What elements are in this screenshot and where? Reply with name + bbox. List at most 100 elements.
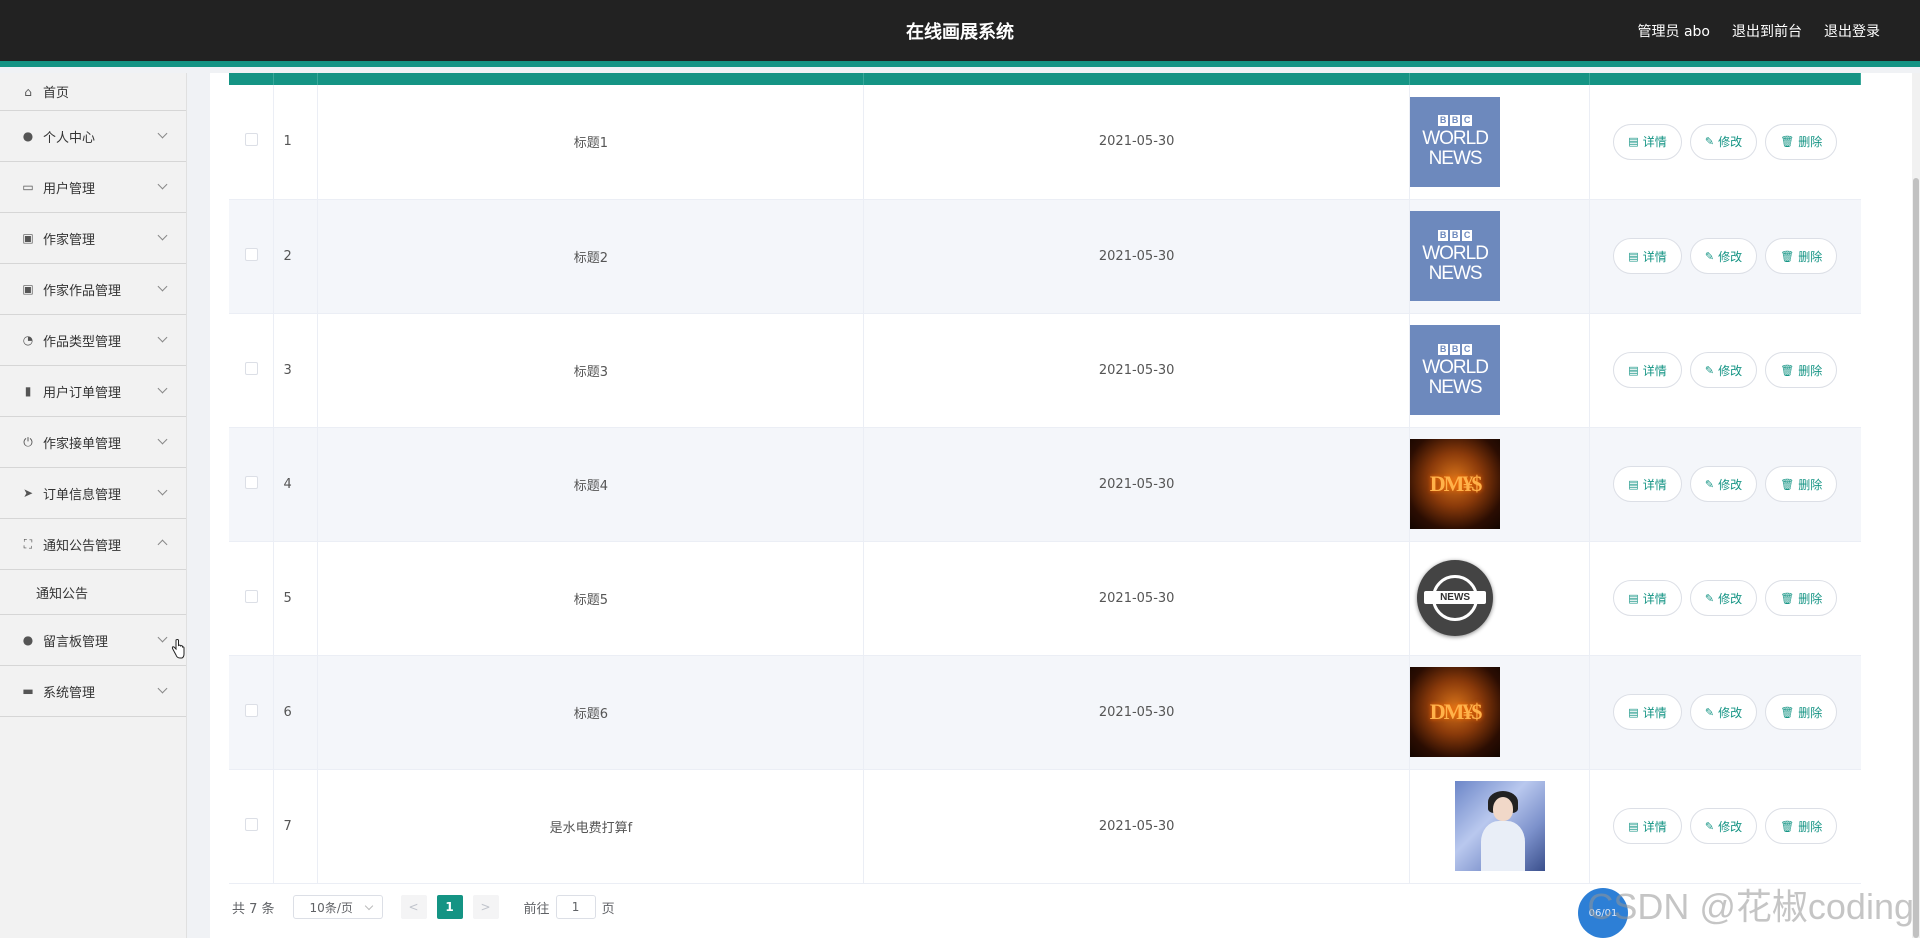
- detail-button[interactable]: ▤ 详情: [1613, 352, 1682, 388]
- button-label: 删除: [1798, 249, 1823, 264]
- edit-button[interactable]: ✎ 修改: [1689, 352, 1758, 388]
- sidebar-item-author-orders[interactable]: ⏻ 作家接单管理: [0, 417, 186, 468]
- detail-button[interactable]: ▤ 详情: [1613, 466, 1682, 502]
- bbc-letter: B: [1450, 115, 1461, 127]
- table-row: 2 标题2 2021-05-30 BBC WORLD NEWS ▤ 详情 ✎ 修改 …: [229, 199, 1861, 314]
- pencil-icon: ✎: [1704, 249, 1715, 263]
- goto-page-input[interactable]: 1: [555, 895, 596, 919]
- delete-button[interactable]: 🗑 删除: [1765, 808, 1838, 844]
- clipboard-icon: ▣: [22, 231, 34, 245]
- detail-button[interactable]: ▤ 详情: [1613, 694, 1682, 730]
- delete-button[interactable]: 🗑 删除: [1765, 694, 1838, 730]
- row-checkbox[interactable]: [244, 133, 258, 147]
- bbc-world-news-image[interactable]: BBC WORLD NEWS: [1410, 96, 1501, 187]
- row-title: 标题1: [317, 85, 865, 200]
- button-label: 删除: [1798, 135, 1823, 150]
- sidebar-subitem-notice[interactable]: 通知公告: [0, 570, 186, 615]
- sidebar-item-work-type-management[interactable]: ◔ 作品类型管理: [0, 315, 186, 366]
- row-checkbox[interactable]: [244, 703, 258, 717]
- document-icon: ▤: [1628, 819, 1639, 833]
- sidebar: ⌂ 首页 ● 个人中心 ▭ 用户管理 ▣ 作家管理 ▣ 作家作品管理 ◔ 作品类…: [0, 73, 187, 938]
- bbc-world-news-image[interactable]: BBC WORLD NEWS: [1410, 325, 1501, 415]
- delete-button[interactable]: 🗑 删除: [1765, 352, 1838, 388]
- news-globe-image[interactable]: NEWS: [1410, 553, 1501, 643]
- main-content: 1 标题1 2021-05-30 BBC WORLD NEWS ▤ 详情 ✎ 修改 …: [210, 73, 1920, 938]
- trash-icon: 🗑: [1780, 819, 1795, 833]
- bbc-world-news-image[interactable]: BBC WORLD NEWS: [1410, 211, 1501, 301]
- fullscreen-icon: ⛶: [23, 537, 33, 551]
- sidebar-item-system-management[interactable]: ▬ 系统管理: [0, 666, 186, 717]
- id-card-icon: ▭: [22, 180, 34, 194]
- row-date: 2021-05-30: [863, 199, 1411, 314]
- table-header-row: [229, 73, 1861, 85]
- delete-button[interactable]: 🗑 删除: [1765, 123, 1838, 160]
- detail-button[interactable]: ▤ 详情: [1613, 580, 1682, 616]
- gauge-icon: ◔: [22, 333, 34, 347]
- sidebar-item-message-board[interactable]: ● 留言板管理: [0, 615, 186, 666]
- delete-button[interactable]: 🗑 删除: [1765, 238, 1838, 274]
- bbc-letter: C: [1462, 343, 1473, 355]
- row-checkbox[interactable]: [244, 589, 258, 603]
- pencil-icon: ✎: [1704, 477, 1715, 491]
- prev-page-button[interactable]: <: [400, 895, 427, 919]
- scrollbar[interactable]: [1912, 73, 1920, 938]
- sidebar-item-home[interactable]: ⌂ 首页: [0, 73, 186, 111]
- chevron-down-icon: [157, 128, 168, 139]
- row-date: 2021-05-30: [863, 769, 1411, 884]
- exit-to-frontend-link[interactable]: 退出到前台: [1732, 21, 1802, 41]
- row-checkbox[interactable]: [244, 817, 258, 831]
- chevron-down-icon: [157, 434, 168, 445]
- button-label: 详情: [1642, 249, 1667, 264]
- admin-user-link[interactable]: 管理员 abo: [1638, 21, 1710, 41]
- button-label: 详情: [1642, 705, 1667, 720]
- detail-button[interactable]: ▤ 详情: [1613, 808, 1682, 844]
- sidebar-item-author-management[interactable]: ▣ 作家管理: [0, 213, 186, 264]
- button-label: 详情: [1642, 363, 1667, 378]
- chevron-down-icon: [157, 281, 168, 292]
- table-row: 6 标题6 2021-05-30 DM¥$ ▤ 详情 ✎ 修改 🗑 删除: [229, 655, 1861, 770]
- row-checkbox[interactable]: [244, 361, 258, 375]
- portrait-image[interactable]: [1454, 781, 1545, 871]
- sidebar-item-personal-center[interactable]: ● 个人中心: [0, 111, 186, 162]
- send-icon: ➤: [22, 486, 34, 500]
- button-label: 修改: [1718, 135, 1743, 150]
- pencil-icon: ✎: [1704, 363, 1715, 377]
- edit-button[interactable]: ✎ 修改: [1689, 694, 1758, 730]
- scrollbar-thumb[interactable]: [1913, 178, 1919, 938]
- delete-button[interactable]: 🗑 删除: [1765, 580, 1838, 616]
- logout-link[interactable]: 退出登录: [1824, 21, 1880, 41]
- edit-button[interactable]: ✎ 修改: [1689, 580, 1758, 616]
- dm-currency-image[interactable]: DM¥$: [1410, 439, 1501, 529]
- sidebar-item-user-orders[interactable]: ▮ 用户订单管理: [0, 366, 186, 417]
- row-checkbox[interactable]: [244, 475, 258, 489]
- sidebar-item-order-info[interactable]: ➤ 订单信息管理: [0, 468, 186, 519]
- edit-button[interactable]: ✎ 修改: [1689, 466, 1758, 502]
- sidebar-item-notice-management[interactable]: ⛶ 通知公告管理: [0, 519, 186, 570]
- app-title: 在线画展系统: [906, 22, 1014, 43]
- row-date: 2021-05-30: [863, 541, 1411, 656]
- next-page-button[interactable]: >: [472, 895, 499, 919]
- delete-button[interactable]: 🗑 删除: [1765, 466, 1838, 502]
- table-row: 5 标题5 2021-05-30 NEWS ▤ 详情 ✎ 修改 🗑 删除: [229, 541, 1861, 656]
- detail-button[interactable]: ▤ 详情: [1613, 123, 1682, 160]
- header-cell: [317, 73, 865, 85]
- header-links: 管理员 abo 退出到前台 退出登录: [1638, 21, 1880, 41]
- sidebar-item-user-management[interactable]: ▭ 用户管理: [0, 162, 186, 213]
- edit-button[interactable]: ✎ 修改: [1689, 238, 1758, 274]
- chevron-down-icon: [157, 332, 168, 343]
- page-number-1[interactable]: 1: [436, 895, 463, 919]
- row-checkbox[interactable]: [244, 247, 258, 261]
- dm-currency-image[interactable]: DM¥$: [1410, 667, 1501, 757]
- chevron-down-icon: [157, 632, 168, 643]
- page-size-select[interactable]: 10条/页: [292, 895, 383, 919]
- bbc-letter: B: [1450, 343, 1461, 355]
- pagination-total: 共 7 条: [232, 901, 275, 917]
- button-label: 修改: [1718, 819, 1743, 834]
- sidebar-item-author-works-management[interactable]: ▣ 作家作品管理: [0, 264, 186, 315]
- edit-button[interactable]: ✎ 修改: [1689, 123, 1758, 160]
- edit-button[interactable]: ✎ 修改: [1689, 808, 1758, 844]
- trash-icon: 🗑: [1780, 135, 1795, 149]
- trash-icon: 🗑: [1780, 705, 1795, 719]
- detail-button[interactable]: ▤ 详情: [1613, 238, 1682, 274]
- sidebar-item-label: 个人中心: [43, 130, 96, 146]
